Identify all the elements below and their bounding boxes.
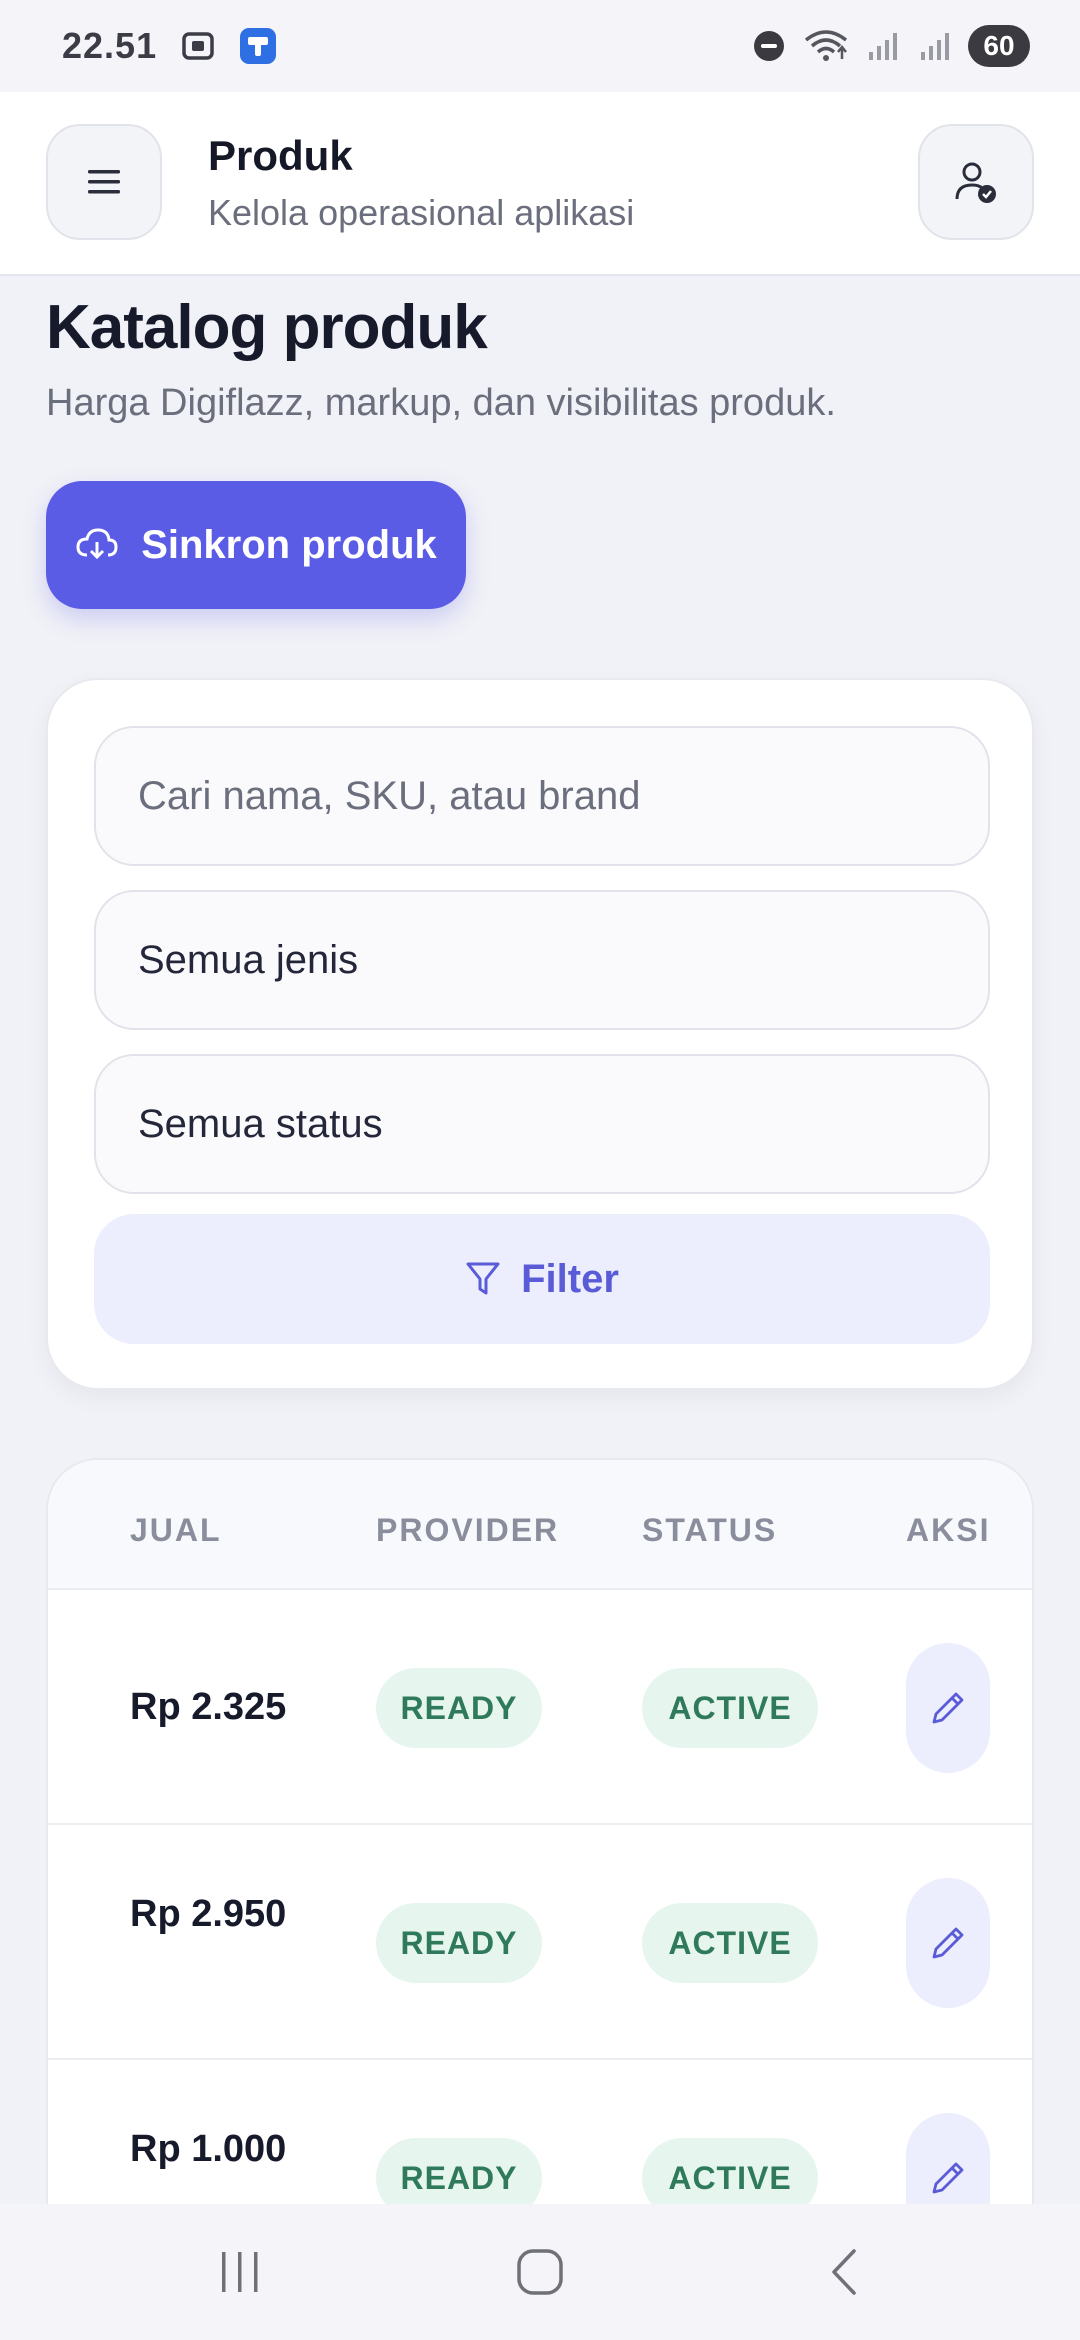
home-icon [517, 2249, 563, 2295]
sync-products-button[interactable]: Sinkron produk [46, 481, 466, 609]
search-input[interactable] [138, 773, 988, 819]
do-not-disturb-icon [750, 27, 788, 65]
provider-badge: READY [376, 1668, 542, 1748]
status-bar: 22.51 60 [0, 0, 1080, 92]
pencil-icon [932, 2162, 964, 2194]
sync-button-label: Sinkron produk [141, 522, 437, 567]
signal-icon-2 [916, 27, 954, 65]
hamburger-icon [88, 170, 120, 194]
status-select-value: Semua status [138, 1101, 383, 1146]
table-row: Rp 2.325 READY ACTIVE [48, 1590, 1032, 1825]
column-header-provider: PROVIDER [376, 1512, 560, 1548]
pencil-icon [932, 1927, 964, 1959]
page-description: Harga Digiflazz, markup, dan visibilitas… [46, 382, 836, 424]
table-row: Rp 2.950 READY ACTIVE [48, 1825, 1032, 2060]
filter-button-label: Filter [521, 1256, 619, 1301]
battery-indicator: 60 [968, 25, 1030, 67]
page-title: Katalog produk [46, 293, 488, 362]
back-icon [832, 2249, 856, 2295]
app-notification-icon [239, 27, 277, 65]
column-header-jual: JUAL [130, 1512, 222, 1548]
edit-button[interactable] [906, 1643, 990, 1773]
header-subtitle: Kelola operasional aplikasi [208, 192, 635, 233]
row-price: Rp 1.000 [130, 2128, 287, 2170]
status-time: 22.51 [62, 25, 158, 66]
column-header-aksi: AKSI [906, 1512, 991, 1548]
app-header: Produk Kelola operasional aplikasi [0, 92, 1080, 276]
menu-button[interactable] [46, 124, 162, 240]
row-price: Rp 2.325 [130, 1686, 287, 1728]
system-nav-bar [0, 2204, 1080, 2340]
wifi-icon [802, 27, 850, 65]
header-title: Produk [208, 132, 353, 179]
status-badge: ACTIVE [642, 1903, 818, 1983]
recent-apps-icon [222, 2252, 258, 2292]
provider-badge: READY [376, 1903, 542, 1983]
status-left: 22.51 [62, 25, 277, 67]
table-header: JUAL PROVIDER STATUS AKSI [48, 1460, 1032, 1590]
type-select-value: Semua jenis [138, 937, 359, 982]
filter-card: Semua jenis Semua status Filter [46, 678, 1034, 1390]
type-select[interactable]: Semua jenis [94, 890, 990, 1030]
back-button[interactable] [804, 2242, 884, 2302]
row-price: Rp 2.950 [130, 1893, 287, 1935]
status-right: 60 [750, 25, 1030, 67]
profile-button[interactable] [918, 124, 1034, 240]
search-field[interactable] [94, 726, 990, 866]
edit-button[interactable] [906, 1878, 990, 2008]
recent-apps-button[interactable] [200, 2242, 280, 2302]
status-select[interactable]: Semua status [94, 1054, 990, 1194]
status-badge: ACTIVE [642, 1668, 818, 1748]
funnel-icon [466, 1262, 500, 1295]
home-button[interactable] [500, 2242, 580, 2302]
user-check-icon [955, 162, 996, 203]
pencil-icon [932, 1692, 964, 1724]
cloud-download-icon [76, 528, 118, 560]
screenshot-icon [179, 27, 217, 65]
filter-button[interactable]: Filter [94, 1214, 990, 1344]
signal-icon [864, 27, 902, 65]
column-header-status: STATUS [642, 1512, 778, 1548]
